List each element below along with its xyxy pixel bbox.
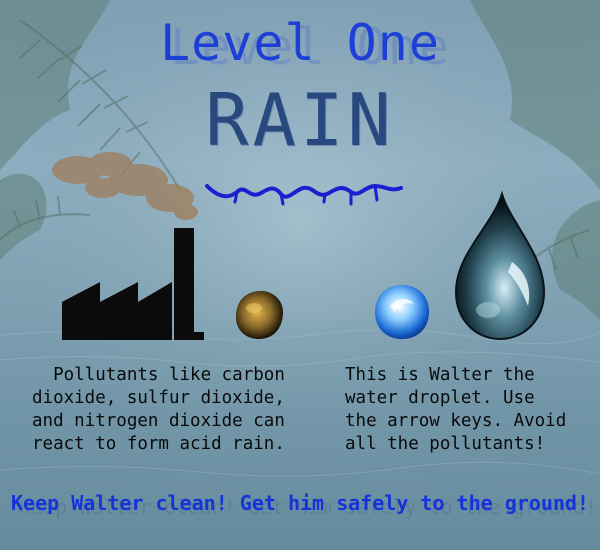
smoke-cloud-icon	[52, 152, 198, 220]
tagline-text: Keep Walter clean! Get him safely to the…	[11, 491, 589, 515]
pollutant-info-text: Pollutants like carbon dioxide, sulfur d…	[32, 365, 285, 454]
game-intro-screen: Level One Level One RAIN Pollutants like…	[0, 0, 600, 550]
pollutant-particle-icon	[235, 290, 284, 339]
rain-squiggle-icon	[205, 183, 403, 206]
water-droplet-icon	[454, 190, 546, 341]
level-title: Level One	[160, 14, 440, 72]
clean-water-orb-icon	[375, 285, 429, 339]
walter-info-text: This is Walter the water droplet. Use th…	[345, 365, 567, 454]
factory-icon	[62, 228, 204, 340]
